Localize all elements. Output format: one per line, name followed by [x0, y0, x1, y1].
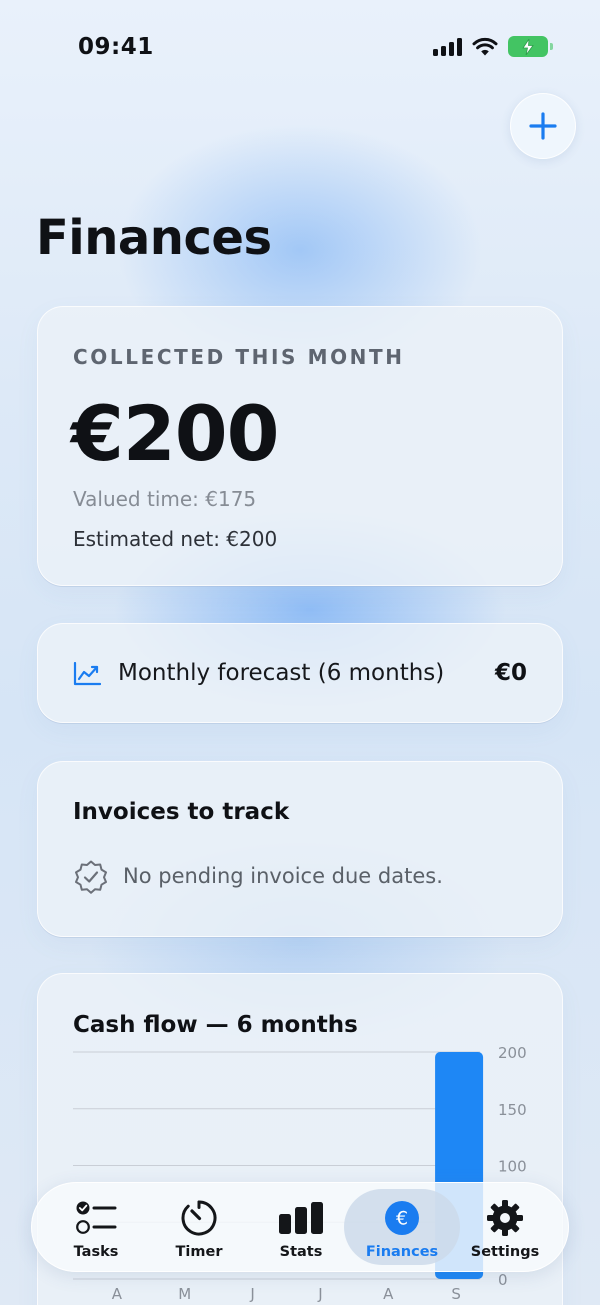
y-tick-label: 100 [498, 1158, 527, 1176]
invoices-to-track-card[interactable]: Invoices to track No pending invoice due… [37, 761, 563, 937]
tab-label: Tasks [73, 1244, 119, 1260]
plus-icon [529, 112, 557, 140]
y-tick-label: 0 [498, 1271, 508, 1289]
tab-tasks[interactable]: Tasks [44, 1183, 148, 1271]
tab-label: Settings [470, 1244, 540, 1260]
forecast-label: Monthly forecast (6 months) [118, 660, 445, 686]
tab-label: Stats [279, 1244, 323, 1260]
collected-this-month-card[interactable]: COLLECTED THIS MONTH €200 Valued time: €… [37, 306, 563, 586]
x-tick-label: J [249, 1285, 254, 1303]
tab-stats[interactable]: Stats [249, 1183, 353, 1271]
status-icons [433, 36, 553, 57]
x-tick-label: J [317, 1285, 322, 1303]
tab-bar: Tasks Timer Stats € Finances Settings [31, 1182, 569, 1272]
tab-finances[interactable]: € Finances [350, 1183, 454, 1271]
add-button[interactable] [510, 93, 576, 159]
tasks-icon [76, 1201, 117, 1234]
svg-text:€: € [396, 1208, 408, 1230]
tab-label: Finances [365, 1244, 439, 1260]
x-tick-label: A [383, 1285, 394, 1303]
cellular-signal-icon [433, 37, 462, 56]
tab-settings[interactable]: Settings [453, 1183, 557, 1271]
valued-time-text: Valued time: €175 [73, 487, 257, 511]
tab-timer[interactable]: Timer [147, 1183, 251, 1271]
page-title: Finances [36, 210, 272, 266]
checkmark-seal-icon [75, 860, 107, 894]
gear-icon [487, 1200, 523, 1236]
forecast-value: €0 [494, 660, 527, 686]
collected-label: COLLECTED THIS MONTH [73, 345, 405, 369]
tab-label: Timer [175, 1244, 223, 1260]
x-tick-label: M [178, 1285, 191, 1303]
invoices-title: Invoices to track [73, 799, 290, 825]
monthly-forecast-card[interactable]: Monthly forecast (6 months) €0 [37, 623, 563, 723]
x-tick-label: S [451, 1285, 461, 1303]
status-time: 09:41 [78, 34, 154, 60]
estimated-net-text: Estimated net: €200 [73, 527, 278, 551]
x-tick-label: A [112, 1285, 123, 1303]
y-tick-label: 150 [498, 1101, 527, 1119]
euro-icon: € [385, 1201, 419, 1235]
timer-icon [181, 1200, 217, 1236]
wifi-icon [472, 37, 498, 55]
battery-charging-icon [508, 36, 553, 57]
stats-icon [279, 1202, 323, 1234]
trend-chart-icon [73, 662, 101, 686]
invoices-empty-text: No pending invoice due dates. [123, 864, 443, 888]
y-tick-label: 200 [498, 1044, 527, 1062]
collected-amount: €200 [71, 389, 280, 478]
